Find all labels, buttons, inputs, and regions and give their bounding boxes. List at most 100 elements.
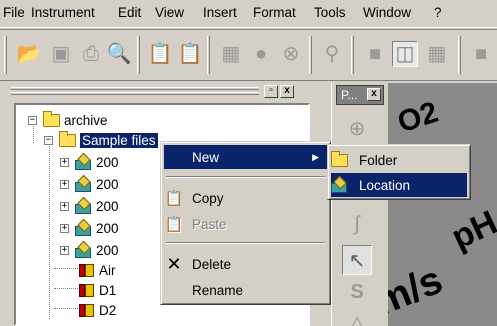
menu-edit[interactable]: Edit <box>118 5 141 20</box>
menu-item-label: Paste <box>192 216 227 232</box>
canvas-label-ms[interactable]: m/s <box>388 258 449 326</box>
tree-node-location[interactable]: + 200 <box>60 152 119 171</box>
view-single-icon[interactable]: ■ <box>362 41 388 67</box>
menu-tools[interactable]: Tools <box>314 5 346 20</box>
menu-item-label: Delete <box>192 256 232 272</box>
save-icon[interactable]: ▣ <box>48 41 74 67</box>
tree-node-label: Air <box>99 262 116 278</box>
menu-instrument[interactable]: Instrument <box>31 5 95 20</box>
palette-title: P... <box>341 88 358 102</box>
location-icon <box>75 218 92 236</box>
document-canvas[interactable]: O2 pH m/s <box>388 83 497 326</box>
menu-window[interactable]: Window <box>363 5 411 20</box>
record-icon[interactable]: ● <box>248 41 274 67</box>
view-split-icon[interactable]: ◫ <box>392 41 418 67</box>
context-menu: New ▶ 📋 Copy 📋 Paste ✕ Delete Rename <box>160 141 331 305</box>
tree-node-location[interactable]: + 200 <box>60 240 119 259</box>
new-submenu: Folder Location <box>327 144 471 200</box>
view-extra-icon[interactable]: ■ <box>468 41 494 67</box>
tree-node-archive[interactable]: − archive <box>28 110 108 129</box>
pointer-icon[interactable]: ↖ <box>342 245 372 275</box>
submenu-arrow-icon: ▶ <box>312 151 319 162</box>
canvas-label-o2[interactable]: O2 <box>394 96 443 141</box>
folder-icon <box>59 130 76 147</box>
record-file-icon <box>78 282 95 298</box>
expand-icon[interactable]: + <box>60 179 69 189</box>
shape-icon[interactable]: △ <box>342 307 372 326</box>
expand-icon[interactable]: + <box>60 201 69 211</box>
toolbar-separator <box>137 36 140 74</box>
pane-title-bar[interactable]: ▫ x <box>7 85 310 101</box>
collapse-icon[interactable]: − <box>44 135 53 145</box>
curve-icon[interactable]: ∫ <box>342 209 372 239</box>
delete-icon: ✕ <box>166 253 182 274</box>
folder-icon <box>331 151 348 168</box>
folder-icon <box>43 110 60 127</box>
menu-item-new[interactable]: New ▶ <box>164 145 327 169</box>
expand-icon[interactable]: + <box>60 157 69 167</box>
menu-bar: File Instrument Edit View Insert Format … <box>0 0 497 28</box>
menu-format[interactable]: Format <box>253 5 296 20</box>
tree-node-record[interactable]: Air <box>78 261 116 279</box>
location-icon <box>75 174 92 192</box>
menu-item-delete[interactable]: ✕ Delete <box>164 252 327 276</box>
menu-help[interactable]: ? <box>434 5 442 20</box>
menu-item-location[interactable]: Location <box>331 173 467 197</box>
tree-node-label: 200 <box>96 154 119 170</box>
menu-item-copy[interactable]: 📋 Copy <box>164 186 327 210</box>
close-icon[interactable]: x <box>367 88 381 101</box>
close-icon[interactable]: x <box>280 85 294 98</box>
tree-node-location[interactable]: + 200 <box>60 174 119 193</box>
menu-insert[interactable]: Insert <box>203 5 237 20</box>
toolbar-separator <box>309 36 312 74</box>
expand-icon[interactable]: + <box>60 245 69 255</box>
text-style-icon[interactable]: S <box>342 277 372 307</box>
palette-title-bar[interactable]: P... x <box>336 85 384 105</box>
menu-item-paste[interactable]: 📋 Paste <box>164 212 327 236</box>
print-icon[interactable]: ⎙ <box>78 41 104 67</box>
open-icon[interactable]: 📂 <box>16 41 42 67</box>
record-file-icon <box>78 262 95 278</box>
view-grid-icon[interactable]: ▦ <box>424 41 450 67</box>
tree-node-location[interactable]: + 200 <box>60 218 119 237</box>
canvas-label-ph[interactable]: pH <box>446 203 497 258</box>
tree-node-label: 200 <box>96 198 119 214</box>
location-icon <box>331 175 348 194</box>
menu-item-label: Copy <box>192 190 224 206</box>
menu-item-rename[interactable]: Rename <box>164 278 327 302</box>
tree-node-label: 200 <box>96 176 119 192</box>
tree-node-record[interactable]: D1 <box>78 281 116 299</box>
toolbar-grip[interactable] <box>4 36 7 74</box>
expand-icon[interactable]: + <box>60 223 69 233</box>
paste-icon[interactable]: 📋 <box>177 41 203 67</box>
tree-node-label: archive <box>64 112 108 128</box>
menu-item-label: Location <box>359 177 411 193</box>
menu-item-folder[interactable]: Folder <box>331 148 467 172</box>
minimize-icon[interactable]: ▫ <box>264 85 278 98</box>
location-icon <box>75 240 92 258</box>
tree-node-record[interactable]: D2 <box>78 301 116 319</box>
calculator-icon[interactable]: ▦ <box>218 41 244 67</box>
menu-item-label: New <box>192 149 220 165</box>
menu-file[interactable]: File <box>3 5 25 20</box>
copy-icon[interactable]: 📋 <box>147 41 173 67</box>
collapse-icon[interactable]: − <box>28 115 37 125</box>
location-icon <box>75 152 92 170</box>
find-icon[interactable]: ⚲ <box>319 41 345 67</box>
tree-node-label: 200 <box>96 242 119 258</box>
tree-node-label: Sample files <box>80 132 158 148</box>
record-file-icon <box>78 302 95 318</box>
menu-item-label: Rename <box>192 282 244 298</box>
location-icon <box>75 196 92 214</box>
zoom-icon[interactable]: ⊕ <box>342 113 372 143</box>
paste-icon: 📋 <box>164 216 184 233</box>
tree-node-label: D1 <box>99 282 117 298</box>
menu-view[interactable]: View <box>155 5 184 20</box>
tool-palette: P... x ⊕ ⊖ ∕ ∫ ↖ S △ <box>331 83 387 326</box>
print-preview-icon[interactable]: 🔍 <box>106 41 132 67</box>
tree-node-sample-files[interactable]: − Sample files <box>44 130 158 149</box>
stop-icon[interactable]: ⊗ <box>278 41 304 67</box>
tree-node-label: D2 <box>99 302 117 318</box>
toolbar-separator <box>207 36 210 74</box>
tree-node-location[interactable]: + 200 <box>60 196 119 215</box>
